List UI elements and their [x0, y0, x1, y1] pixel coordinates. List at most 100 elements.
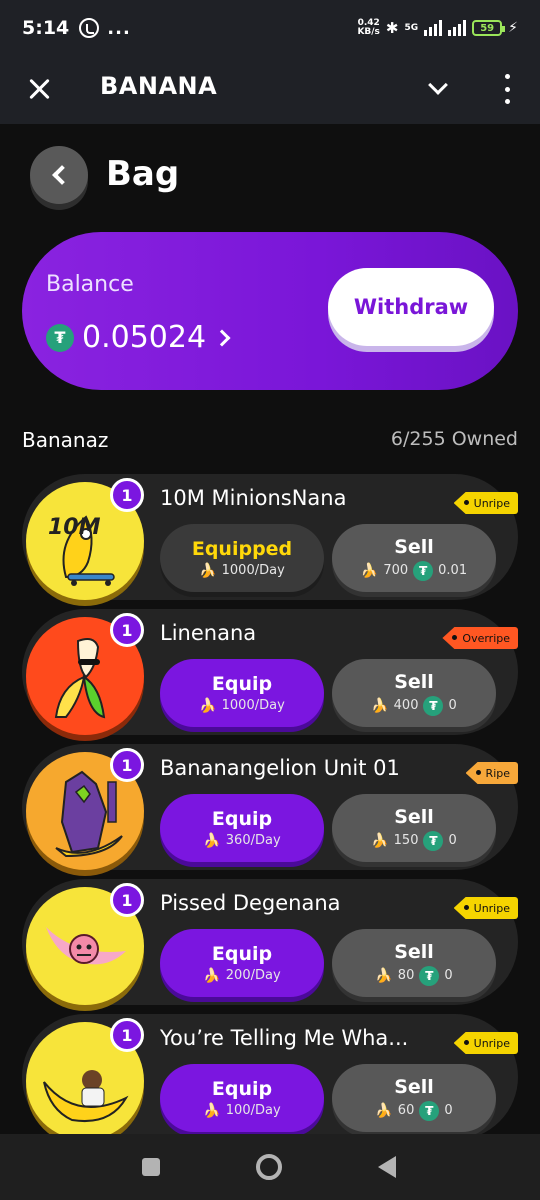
banana-icon: 🍌: [203, 1102, 221, 1119]
sell-button[interactable]: Sell 🍌 700 ₮ 0.01: [332, 524, 496, 592]
battery-level: 59: [480, 22, 495, 34]
section-title: Bananaz: [22, 428, 109, 452]
equip-label: Equip: [211, 1077, 273, 1100]
item-name: You’re Telling Me Wha...: [160, 1026, 409, 1050]
more-notifications-icon: ...: [107, 17, 131, 39]
status-time: 5:14: [22, 17, 70, 39]
chevron-left-icon: [52, 165, 72, 185]
tether-icon: ₮: [423, 830, 444, 851]
home-icon[interactable]: [256, 1154, 282, 1180]
equip-button[interactable]: Equip 🍌 360/Day: [160, 794, 324, 862]
sell-banana-price: 150: [393, 833, 419, 848]
more-options-icon[interactable]: [503, 74, 511, 104]
item-quantity-badge: 1: [110, 748, 144, 782]
sell-label: Sell: [394, 535, 434, 558]
sell-label: Sell: [394, 1075, 434, 1098]
earn-rate: 100/Day: [225, 1103, 281, 1118]
battery-icon: 59: [472, 20, 506, 36]
item-name: Bananangelion Unit 01: [160, 756, 400, 780]
item-card: 1 Pissed Degenana Unripe Equip 🍌 200/Day …: [22, 879, 518, 1005]
recent-apps-icon[interactable]: [142, 1158, 160, 1176]
earn-rate: 360/Day: [225, 833, 281, 848]
balance-amount: 0.05024: [82, 320, 207, 355]
back-button[interactable]: [30, 146, 88, 204]
ripeness-tag: Ripe: [465, 762, 518, 784]
balance-label: Balance: [46, 272, 134, 297]
item-quantity-badge: 1: [110, 1018, 144, 1052]
whatsapp-icon: [79, 18, 100, 38]
item-card: 1 Bananangelion Unit 01 Ripe Equip 🍌 360/…: [22, 744, 518, 870]
banana-icon: 🍌: [371, 697, 389, 714]
equip-label: Equip: [211, 807, 273, 830]
sell-banana-price: 60: [397, 1103, 415, 1118]
balance-card: Balance ₮ 0.05024 Withdraw: [22, 232, 518, 390]
banana-icon: 🍌: [199, 697, 217, 714]
item-quantity-badge: 1: [110, 478, 144, 512]
ripeness-tag: Unripe: [453, 1032, 518, 1054]
tether-icon: ₮: [413, 560, 434, 581]
charging-icon: ⚡: [508, 20, 518, 36]
signal-strength-icon: [424, 20, 443, 36]
item-name: Pissed Degenana: [160, 891, 341, 915]
sell-usdt-price: 0: [448, 833, 457, 848]
banana-icon: 🍌: [371, 832, 389, 849]
item-quantity-badge: 1: [110, 613, 144, 647]
page-title: Bag: [106, 154, 180, 194]
sell-usdt-price: 0.01: [438, 563, 468, 578]
earn-rate: 1000/Day: [221, 563, 285, 578]
withdraw-button[interactable]: Withdraw: [328, 268, 494, 346]
item-card: 1 Linenana Overripe Equip 🍌 1000/Day Sell…: [22, 609, 518, 735]
banana-icon: 🍌: [203, 967, 221, 984]
network-speed: 0.42 KB/s: [357, 18, 380, 37]
earn-rate: 200/Day: [225, 968, 281, 983]
status-bar: 5:14 ... 0.42 KB/s ✱ 5G 59 ⚡: [0, 0, 540, 56]
tether-icon: ₮: [46, 323, 74, 352]
system-navigation-bar: [0, 1134, 540, 1200]
equipped-button[interactable]: Equipped 🍌 1000/Day: [160, 524, 324, 592]
sell-label: Sell: [394, 670, 434, 693]
banana-icon: 🍌: [360, 562, 379, 579]
sell-button[interactable]: Sell 🍌 60 ₮ 0: [332, 1064, 496, 1132]
banana-icon: 🍌: [375, 967, 393, 984]
owned-count: 6/255 Owned: [390, 428, 518, 450]
item-name: Linenana: [160, 621, 257, 645]
item-name: 10M MinionsNana: [160, 486, 347, 510]
sell-usdt-price: 0: [444, 968, 453, 983]
earn-rate: 1000/Day: [221, 698, 285, 713]
bluetooth-icon: ✱: [385, 19, 399, 37]
equip-label: Equipped: [191, 537, 293, 560]
banana-icon: 🍌: [199, 562, 217, 579]
chevron-right-icon: [213, 329, 231, 346]
sell-usdt-price: 0: [444, 1103, 453, 1118]
banana-icon: 🍌: [375, 1102, 393, 1119]
tether-icon: ₮: [423, 695, 444, 716]
equip-button[interactable]: Equip 🍌 200/Day: [160, 929, 324, 997]
app-title: BANANA: [100, 72, 218, 100]
banana-icon: 🍌: [203, 832, 221, 849]
ripeness-tag: Overripe: [442, 627, 518, 649]
equip-label: Equip: [211, 672, 273, 695]
equip-button[interactable]: Equip 🍌 100/Day: [160, 1064, 324, 1132]
close-icon[interactable]: [26, 76, 52, 102]
equip-button[interactable]: Equip 🍌 1000/Day: [160, 659, 324, 727]
sell-usdt-price: 0: [448, 698, 457, 713]
sell-button[interactable]: Sell 🍌 150 ₮ 0: [332, 794, 496, 862]
thumb-text-10m: 10M: [48, 515, 101, 540]
item-card: 10M 1 10M MinionsNana Unripe Equipped 🍌 1…: [22, 474, 518, 600]
sell-button[interactable]: Sell 🍌 80 ₮ 0: [332, 929, 496, 997]
back-icon[interactable]: [378, 1156, 396, 1178]
sell-banana-price: 80: [397, 968, 415, 983]
balance-amount-link[interactable]: ₮ 0.05024: [46, 320, 231, 355]
sell-banana-price: 400: [393, 698, 419, 713]
item-quantity-badge: 1: [110, 883, 144, 917]
sell-label: Sell: [394, 805, 434, 828]
chevron-down-icon[interactable]: [428, 75, 448, 95]
network-type: 5G: [404, 22, 419, 33]
ripeness-tag: Unripe: [453, 897, 518, 919]
tether-icon: ₮: [419, 965, 440, 986]
sell-label: Sell: [394, 940, 434, 963]
signal-strength-icon-2: [448, 20, 467, 36]
equip-label: Equip: [211, 942, 273, 965]
sell-button[interactable]: Sell 🍌 400 ₮ 0: [332, 659, 496, 727]
app-bar: BANANA: [0, 56, 540, 124]
